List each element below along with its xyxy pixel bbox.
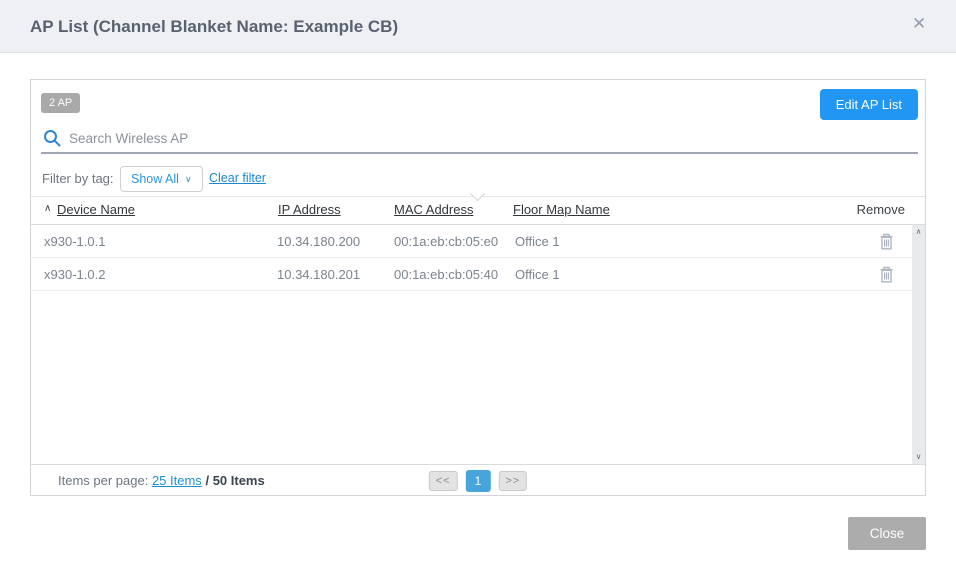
column-header-remove: Remove <box>857 202 905 217</box>
chevron-down-icon: ∨ <box>185 174 192 185</box>
total-items-label: 50 Items <box>213 473 265 488</box>
remove-ap-button[interactable] <box>879 233 894 250</box>
cell-floor-map-name: Office 1 <box>515 267 560 282</box>
search-input[interactable] <box>69 127 914 149</box>
cell-ip-address: 10.34.180.200 <box>277 234 360 249</box>
pagination-bar: Items per page: 25 Items / 50 Items << 1… <box>31 464 925 495</box>
table-body: x930-1.0.1 10.34.180.200 00:1a:eb:cb:05:… <box>31 225 912 291</box>
scroll-up-icon[interactable]: ∧ <box>916 225 922 239</box>
clear-filter-link[interactable]: Clear filter <box>209 171 266 185</box>
table-row: x930-1.0.2 10.34.180.201 00:1a:eb:cb:05:… <box>31 258 912 291</box>
column-header-mac-address[interactable]: MAC Address <box>394 202 473 217</box>
search-icon <box>43 129 62 153</box>
cell-ip-address: 10.34.180.201 <box>277 267 360 282</box>
pagination-current-page[interactable]: 1 <box>466 470 491 492</box>
items-per-page-label: Items per page: <box>58 473 148 488</box>
scroll-down-icon[interactable]: ∨ <box>916 450 922 464</box>
cell-mac-address: 00:1a:eb:cb:05:40 <box>394 267 498 282</box>
tag-filter-dropdown[interactable]: Show All ∨ <box>120 166 203 192</box>
cell-mac-address: 00:1a:eb:cb:05:e0 <box>394 234 498 249</box>
close-icon[interactable]: ✕ <box>912 15 926 32</box>
ap-count-badge: 2 AP <box>41 93 80 113</box>
remove-ap-button[interactable] <box>879 266 894 283</box>
trash-icon <box>879 233 894 250</box>
cell-device-name: x930-1.0.2 <box>44 267 105 282</box>
vertical-scrollbar[interactable]: ∧ ∨ <box>912 225 925 464</box>
tag-filter-value: Show All <box>131 172 179 186</box>
column-header-ip-address[interactable]: IP Address <box>278 202 341 217</box>
ap-list-panel: 2 AP Edit AP List Filter by tag: Show Al… <box>30 79 926 496</box>
close-button[interactable]: Close <box>848 517 926 550</box>
column-header-device-name[interactable]: Device Name <box>57 202 135 217</box>
pagination-prev-button[interactable]: << <box>429 471 458 491</box>
sort-asc-icon[interactable]: ∧ <box>44 203 51 214</box>
items-per-page-info: Items per page: 25 Items / 50 Items <box>58 473 265 488</box>
table-row: x930-1.0.1 10.34.180.200 00:1a:eb:cb:05:… <box>31 225 912 258</box>
search-bar <box>41 127 918 154</box>
pager: << 1 >> <box>429 470 527 492</box>
trash-icon <box>879 266 894 283</box>
cell-device-name: x930-1.0.1 <box>44 234 105 249</box>
edit-ap-list-button[interactable]: Edit AP List <box>820 89 918 120</box>
page-title: AP List (Channel Blanket Name: Example C… <box>30 0 398 53</box>
pagination-next-button[interactable]: >> <box>498 471 527 491</box>
items-per-page-link[interactable]: 25 Items <box>152 473 202 488</box>
column-header-floor-map-name[interactable]: Floor Map Name <box>513 202 610 217</box>
table-header: ∧ Device Name IP Address MAC Address Flo… <box>31 197 925 225</box>
filter-by-tag-label: Filter by tag: <box>42 171 114 186</box>
modal-header: AP List (Channel Blanket Name: Example C… <box>0 0 956 53</box>
cell-floor-map-name: Office 1 <box>515 234 560 249</box>
items-separator: / <box>205 473 209 488</box>
